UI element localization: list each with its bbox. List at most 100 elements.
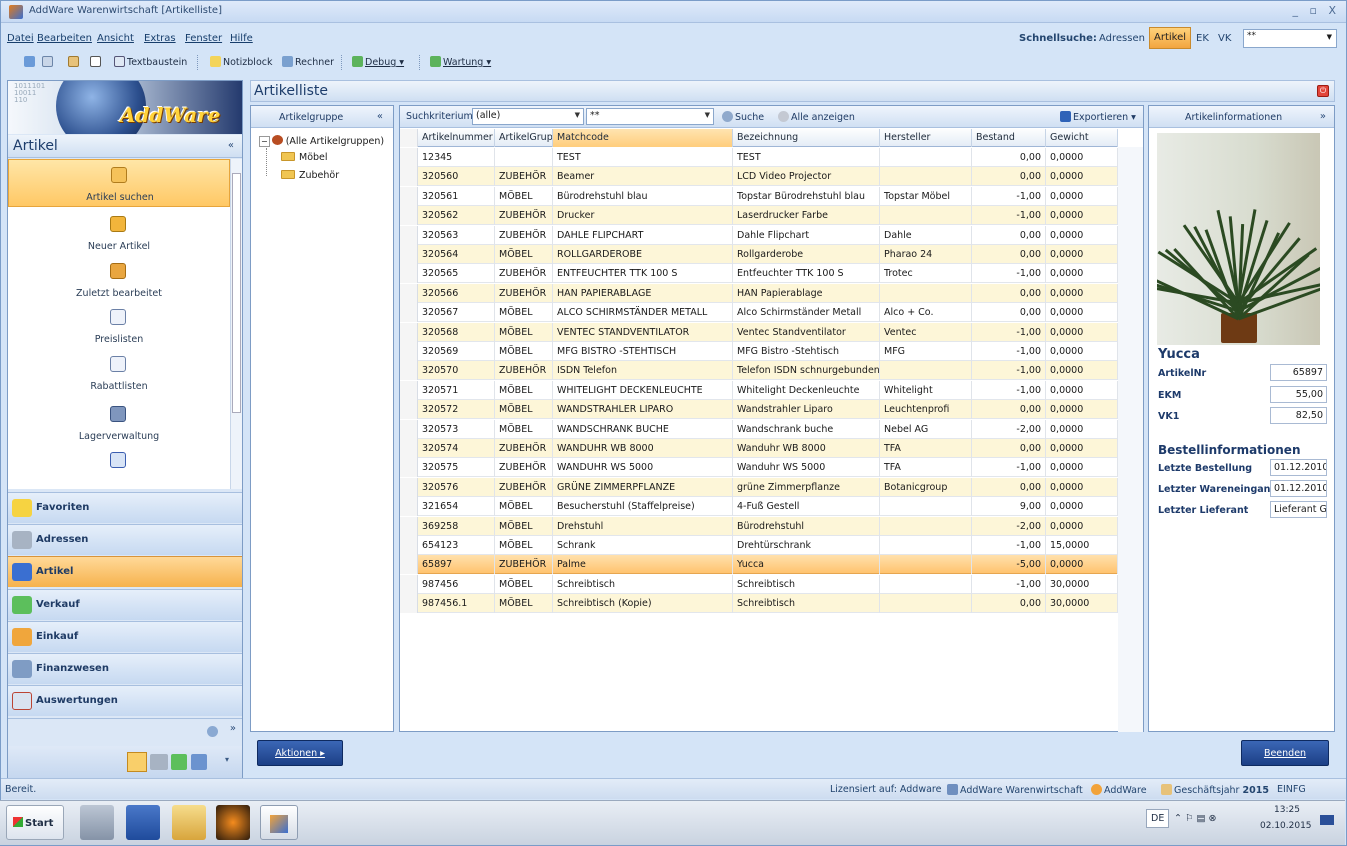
table-row[interactable]: 987456.1 MÖBEL Schreibtisch (Kopie) Schreib…: [400, 594, 1118, 614]
group-panel-collapse[interactable]: «: [377, 111, 383, 122]
more-small-icon[interactable]: [191, 754, 207, 770]
taskbar-app-4-icon[interactable]: [216, 805, 250, 840]
row-indicator[interactable]: [400, 283, 418, 303]
nav-item-rabattlisten[interactable]: Rabattlisten: [8, 349, 230, 397]
nav-item-preislisten[interactable]: Preislisten: [8, 302, 230, 350]
search-term-input[interactable]: ** ▼: [586, 108, 714, 125]
close-icon[interactable]: ⏻: [1317, 85, 1329, 97]
nav-group-adressen[interactable]: Adressen: [8, 524, 242, 555]
column-header-6[interactable]: Gewicht: [1046, 129, 1118, 147]
nav-expand-button[interactable]: »: [230, 723, 236, 734]
column-header-5[interactable]: Bestand: [972, 129, 1046, 147]
nav-item-artikel-suchen[interactable]: Artikel suchen: [8, 159, 230, 207]
row-indicator[interactable]: [400, 245, 418, 264]
table-row[interactable]: 320570 ZUBEHÖR ISDN Telefon Telefon ISDN sc…: [400, 361, 1118, 381]
textbaustein-button[interactable]: Textbaustein: [111, 54, 190, 71]
table-row[interactable]: 320575 ZUBEHÖR WANDUHR WS 5000 Wanduhr WS 5…: [400, 458, 1118, 478]
row-indicator[interactable]: [400, 186, 418, 206]
nav-item-neuer-artikel[interactable]: Neuer Artikel: [8, 209, 230, 257]
menu-bearbeiten[interactable]: Bearbeiten: [37, 33, 92, 44]
nav-scrollbar[interactable]: [230, 159, 242, 489]
search-button[interactable]: Suche: [722, 111, 764, 123]
menu-hilfe[interactable]: Hilfe: [230, 33, 253, 44]
column-header-3[interactable]: Bezeichnung: [733, 129, 880, 147]
nav-group-favoriten[interactable]: Favoriten: [8, 492, 242, 523]
row-indicator[interactable]: [400, 516, 418, 536]
addware-task-icon[interactable]: [260, 805, 298, 840]
show-desktop-icon[interactable]: [1320, 815, 1334, 825]
table-row[interactable]: 320573 MÖBEL WANDSCHRANK BUCHE Wandschrank …: [400, 419, 1118, 439]
quicksearch-adressen[interactable]: Adressen: [1099, 33, 1145, 44]
window-controls[interactable]: _ ▫ X: [1293, 4, 1340, 17]
aktionen-button[interactable]: Aktionen ▸: [257, 740, 343, 766]
menu-datei[interactable]: Datei: [7, 33, 34, 44]
column-header-0[interactable]: Artikelnummer: [418, 129, 495, 147]
table-row[interactable]: 369258 MÖBEL Drehstuhl Bürodrehstuhl -2,00 0,…: [400, 516, 1118, 536]
tree-item-moebel[interactable]: Möbel: [281, 152, 328, 163]
row-indicator[interactable]: [400, 458, 418, 478]
nav-item-zuletzt-bearbeitet[interactable]: Zuletzt bearbeitet: [8, 256, 230, 304]
nav-item-lagerverwaltung[interactable]: Lagerverwaltung: [8, 399, 230, 447]
rechner-button[interactable]: Rechner: [279, 54, 337, 71]
row-indicator[interactable]: [400, 380, 418, 400]
nav-group-finanzwesen[interactable]: Finanzwesen: [8, 653, 242, 684]
nav-item-more[interactable]: [8, 445, 230, 489]
powershell-icon[interactable]: [126, 805, 160, 840]
wartung-button[interactable]: Wartung ▾: [427, 54, 494, 71]
address-small-icon[interactable]: [150, 754, 168, 770]
table-row[interactable]: 320560 ZUBEHÖR Beamer LCD Video Projector 0,…: [400, 167, 1118, 187]
copy-icon[interactable]: [39, 54, 58, 71]
row-indicator[interactable]: [400, 497, 418, 517]
table-row[interactable]: 65897 ZUBEHÖR Palme Yucca -5,00 0,0000: [400, 555, 1118, 575]
row-indicator[interactable]: [400, 342, 418, 361]
frame-icon[interactable]: [87, 54, 106, 71]
row-indicator[interactable]: [400, 594, 418, 614]
explorer-icon[interactable]: [172, 805, 206, 840]
chevron-down-icon[interactable]: ▼: [1327, 33, 1332, 41]
tree-root[interactable]: − (Alle Artikelgruppen): [259, 135, 384, 147]
row-indicator[interactable]: [400, 419, 418, 439]
search-article-small-icon[interactable]: [127, 752, 147, 772]
row-indicator[interactable]: [400, 439, 418, 458]
quicksearch-vk[interactable]: VK: [1218, 33, 1231, 44]
tree-collapse-icon[interactable]: −: [259, 136, 270, 147]
table-row[interactable]: 320571 MÖBEL WHITELIGHT DECKENLEUCHTE White…: [400, 380, 1118, 400]
table-row[interactable]: 654123 MÖBEL Schrank Drehtürschrank -1,00 15,…: [400, 536, 1118, 555]
menu-ansicht[interactable]: Ansicht: [97, 33, 134, 44]
show-all-button[interactable]: Alle anzeigen: [778, 111, 855, 123]
table-row[interactable]: 320576 ZUBEHÖR GRÜNE ZIMMERPFLANZE grüne Zi…: [400, 477, 1118, 497]
menu-fenster[interactable]: Fenster: [185, 33, 222, 44]
debug-button[interactable]: Debug ▾: [349, 54, 407, 71]
tray-icons[interactable]: ⌃ ⚐ ▤ ⊗: [1174, 813, 1216, 824]
nav-group-einkauf[interactable]: Einkauf: [8, 621, 242, 652]
tool-icon-1[interactable]: [21, 54, 40, 71]
menu-extras[interactable]: Extras: [144, 33, 176, 44]
export-button[interactable]: Exportieren ▾: [1060, 111, 1136, 123]
sales-small-icon[interactable]: [171, 754, 187, 770]
table-row[interactable]: 320567 MÖBEL ALCO SCHIRMSTÄNDER METALL Alco…: [400, 303, 1118, 323]
nav-group-auswertungen[interactable]: Auswertungen: [8, 685, 242, 716]
criterion-select[interactable]: (alle) ▼: [472, 108, 584, 125]
row-indicator[interactable]: [400, 303, 418, 323]
row-indicator[interactable]: [400, 361, 418, 381]
row-indicator[interactable]: [400, 574, 418, 594]
table-row[interactable]: 320565 ZUBEHÖR ENTFEUCHTER TTK 100 S Entfeu…: [400, 264, 1118, 284]
options-icon[interactable]: [207, 726, 218, 737]
paste-icon[interactable]: [65, 54, 84, 71]
start-button[interactable]: Start: [6, 805, 64, 840]
row-indicator[interactable]: [400, 206, 418, 226]
quicksearch-artikel[interactable]: Artikel: [1149, 27, 1191, 49]
row-indicator[interactable]: [400, 322, 418, 342]
table-row[interactable]: 320574 ZUBEHÖR WANDUHR WB 8000 Wanduhr WB 8…: [400, 439, 1118, 458]
quicksearch-ek[interactable]: EK: [1196, 33, 1209, 44]
column-header-4[interactable]: Hersteller: [880, 129, 972, 147]
row-indicator[interactable]: [400, 400, 418, 420]
row-indicator[interactable]: [400, 225, 418, 245]
tree-item-zubehoer[interactable]: Zubehör: [281, 170, 339, 181]
table-row[interactable]: 987456 MÖBEL Schreibtisch Schreibtisch -1,00…: [400, 574, 1118, 594]
table-row[interactable]: 320566 ZUBEHÖR HAN PAPIERABLAGE HAN Papiera…: [400, 283, 1118, 303]
nav-group-verkauf[interactable]: Verkauf: [8, 589, 242, 620]
column-header-2[interactable]: Matchcode: [553, 129, 733, 147]
info-expand-button[interactable]: »: [1320, 111, 1326, 122]
table-row[interactable]: 320563 ZUBEHÖR DAHLE FLIPCHART Dahle Flipch…: [400, 225, 1118, 245]
